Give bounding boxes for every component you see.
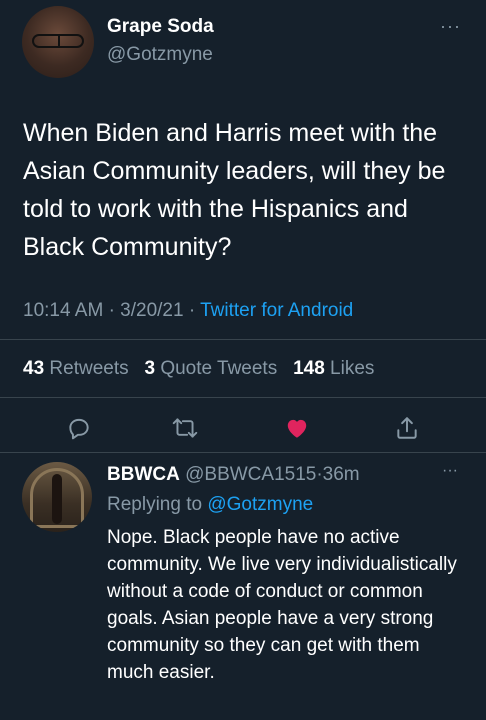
divider-bottom <box>0 452 486 453</box>
tweet-more-options-icon[interactable]: ··· <box>440 16 461 37</box>
reply-button[interactable] <box>61 410 97 446</box>
divider-middle <box>0 397 486 398</box>
quote-tweets-count: 3 <box>144 358 156 379</box>
reply-icon <box>69 418 89 440</box>
reply-author-avatar[interactable] <box>22 462 92 532</box>
tweet-source-link[interactable]: Twitter for Android <box>200 300 353 321</box>
author-avatar[interactable] <box>22 6 94 78</box>
tweet-time[interactable]: 10:14 AM <box>23 300 103 321</box>
likes-stat[interactable]: 148 Likes <box>293 358 374 379</box>
like-button[interactable] <box>279 410 315 446</box>
replying-to-line: Replying to @Gotzmyne <box>107 494 313 516</box>
retweet-button[interactable] <box>167 410 203 446</box>
reply-age[interactable]: 36m <box>323 464 360 485</box>
retweets-label: Retweets <box>49 358 129 379</box>
reply-more-options-icon[interactable]: ··· <box>442 462 458 480</box>
reply-author-handle[interactable]: @BBWCA1515 <box>185 464 316 485</box>
retweet-icon <box>172 418 198 438</box>
share-button[interactable] <box>389 410 425 446</box>
tweet-text: When Biden and Harris meet with the Asia… <box>23 119 446 261</box>
share-icon <box>397 417 417 439</box>
avatar-figure <box>52 474 62 524</box>
like-icon <box>287 419 307 438</box>
quote-tweets-label: Quote Tweets <box>160 358 278 379</box>
tweet-meta: 10:14 AM · 3/20/21 · Twitter for Android <box>23 300 353 322</box>
retweets-stat[interactable]: 43 Retweets <box>23 358 129 379</box>
meta-separator: · <box>108 300 115 321</box>
reply-header: BBWCA @BBWCA1515·36m <box>107 464 360 486</box>
replying-to-label: Replying to <box>107 494 203 515</box>
tweet-stats: 43 Retweets 3 Quote Tweets 148 Likes <box>23 358 374 380</box>
divider-top <box>0 339 486 340</box>
reply-author-display-name[interactable]: BBWCA <box>107 464 180 485</box>
retweets-count: 43 <box>23 358 45 379</box>
author-display-name[interactable]: Grape Soda <box>107 16 214 38</box>
avatar-glasses <box>32 34 84 48</box>
replying-to-handle[interactable]: @Gotzmyne <box>207 494 313 515</box>
tweet-date[interactable]: 3/20/21 <box>120 300 183 321</box>
reply-text: Nope. Black people have no active commun… <box>107 527 457 683</box>
likes-count: 148 <box>293 358 325 379</box>
meta-separator-2: · <box>188 300 196 321</box>
author-handle[interactable]: @Gotzmyne <box>107 44 213 66</box>
quote-tweets-stat[interactable]: 3 Quote Tweets <box>144 358 277 379</box>
likes-label: Likes <box>330 358 375 379</box>
